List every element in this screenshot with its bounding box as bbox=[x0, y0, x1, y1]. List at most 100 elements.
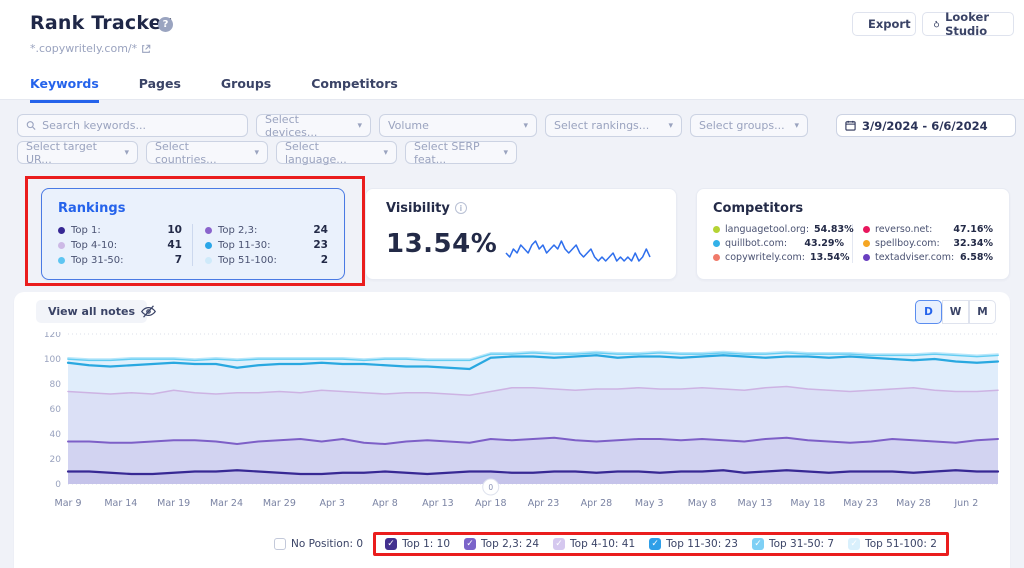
svg-text:20: 20 bbox=[50, 455, 62, 465]
competitor-label: reverso.net: bbox=[875, 224, 933, 235]
legend-label: No Position: 0 bbox=[291, 538, 364, 550]
svg-text:May 3: May 3 bbox=[635, 498, 664, 509]
view-all-notes-button[interactable]: View all notes bbox=[36, 300, 147, 323]
svg-text:0: 0 bbox=[55, 480, 61, 490]
checkbox-checked[interactable]: ✓ bbox=[385, 538, 398, 550]
range-button-day[interactable]: D bbox=[915, 300, 942, 324]
select-groups-label: Select groups... bbox=[699, 119, 785, 132]
top31-50-dot bbox=[58, 256, 65, 264]
select-target-url-label: Select target UR... bbox=[26, 139, 97, 166]
competitors-stats: languagetool.org: 54.83% quillbot.com: 43.… bbox=[713, 224, 993, 263]
select-rankings-label: Select rankings... bbox=[554, 119, 650, 132]
svg-text:120: 120 bbox=[44, 332, 61, 340]
competitor-value: 54.83% bbox=[814, 224, 854, 235]
competitor-value: 13.54% bbox=[810, 252, 850, 263]
competitor-label: quillbot.com: bbox=[725, 238, 788, 249]
competitor-value: 47.16% bbox=[953, 224, 993, 235]
chevron-down-icon: ▾ bbox=[383, 147, 388, 158]
svg-text:May 23: May 23 bbox=[843, 498, 878, 509]
top11-30-dot bbox=[205, 241, 212, 249]
stat-label: Top 51-100: bbox=[218, 254, 277, 266]
page-title: Rank Tracker bbox=[30, 12, 172, 34]
legend-item-top31-50[interactable]: ✓ Top 31-50: 7 bbox=[751, 538, 834, 550]
legend-label: Top 4-10: 41 bbox=[570, 538, 636, 550]
checkbox-checked[interactable]: ✓ bbox=[464, 538, 477, 550]
checkbox-checked[interactable]: ✓ bbox=[649, 538, 662, 550]
project-url-link[interactable]: *.copywritely.com/* bbox=[30, 42, 151, 55]
stat-value: 23 bbox=[313, 239, 328, 251]
eye-off-icon[interactable] bbox=[140, 303, 157, 324]
range-button-month[interactable]: M bbox=[969, 300, 996, 324]
select-serp-features-dropdown[interactable]: Select SERP feat... ▾ bbox=[405, 140, 517, 166]
svg-text:May 8: May 8 bbox=[688, 498, 717, 509]
competitor-label: spellboy.com: bbox=[875, 238, 940, 249]
looker-studio-icon bbox=[934, 20, 940, 28]
visibility-card: Visibility i 13.54% bbox=[365, 188, 677, 280]
legend-item-top11-30[interactable]: ✓ Top 11-30: 23 bbox=[649, 538, 738, 550]
svg-text:Apr 28: Apr 28 bbox=[581, 498, 613, 509]
legend-item-top2-3[interactable]: ✓ Top 2,3: 24 bbox=[464, 538, 539, 550]
search-keywords-input[interactable] bbox=[42, 119, 239, 132]
select-devices-dropdown[interactable]: Select devices... ▾ bbox=[256, 113, 371, 139]
looker-studio-button[interactable]: Looker Studio bbox=[922, 10, 1014, 38]
tab-groups[interactable]: Groups bbox=[221, 76, 271, 103]
rankings-card[interactable]: Rankings Top 1: 10 Top 4-10: 41 Top 31-50:… bbox=[41, 188, 345, 280]
visibility-value: 13.54% bbox=[386, 229, 498, 259]
select-language-dropdown[interactable]: Select language... ▾ bbox=[276, 140, 397, 166]
competitor-row: textadviser.com: 6.58% bbox=[863, 252, 993, 263]
rankings-area-chart[interactable]: 0 20 40 60 80 100 120 Mar 9 Mar 14 Mar 19 Mar 24 Ma… bbox=[28, 332, 1008, 518]
select-groups-dropdown[interactable]: Select groups... ▾ bbox=[690, 114, 808, 137]
competitor-label: copywritely.com: bbox=[725, 252, 805, 263]
stat-label: Top 2,3: bbox=[218, 224, 258, 236]
chart-panel: View all notes D W M 0 20 40 60 80 100 120 Mar … bbox=[14, 292, 1010, 568]
svg-text:Mar 19: Mar 19 bbox=[157, 498, 190, 509]
legend-item-top4-10[interactable]: ✓ Top 4-10: 41 bbox=[553, 538, 635, 550]
tab-keywords[interactable]: Keywords bbox=[30, 76, 99, 103]
svg-text:Apr 8: Apr 8 bbox=[372, 498, 398, 509]
tab-pages[interactable]: Pages bbox=[139, 76, 181, 103]
export-button-label: Export bbox=[868, 17, 911, 31]
checkbox-checked[interactable]: ✓ bbox=[848, 538, 861, 550]
chevron-down-icon: ▾ bbox=[794, 120, 799, 131]
legend-item-top51-100[interactable]: ✓ Top 51-100: 2 bbox=[848, 538, 937, 550]
competitor-row: copywritely.com: 13.54% bbox=[713, 252, 850, 263]
search-keywords-field[interactable] bbox=[17, 114, 248, 137]
select-target-url-dropdown[interactable]: Select target UR... ▾ bbox=[17, 139, 138, 166]
select-countries-dropdown[interactable]: Select countries... ▾ bbox=[146, 140, 268, 166]
svg-text:Apr 3: Apr 3 bbox=[319, 498, 345, 509]
svg-text:Mar 24: Mar 24 bbox=[210, 498, 243, 509]
date-range-picker[interactable]: 3/9/2024 - 6/6/2024 bbox=[836, 114, 1016, 137]
svg-text:100: 100 bbox=[44, 355, 61, 365]
range-button-week[interactable]: W bbox=[942, 300, 969, 324]
stat-label: Top 31-50: bbox=[71, 254, 124, 266]
rankings-card-title: Rankings bbox=[58, 201, 126, 216]
svg-text:0: 0 bbox=[488, 483, 493, 492]
chevron-down-icon: ▾ bbox=[668, 120, 673, 131]
svg-text:Mar 29: Mar 29 bbox=[263, 498, 296, 509]
help-icon[interactable]: ? bbox=[158, 17, 173, 32]
chevron-down-icon: ▾ bbox=[523, 120, 528, 131]
checkbox-checked[interactable]: ✓ bbox=[751, 538, 764, 550]
top4-10-dot bbox=[58, 241, 65, 249]
competitor-label: textadviser.com: bbox=[875, 252, 955, 263]
chevron-down-icon: ▾ bbox=[254, 147, 259, 158]
tab-competitors[interactable]: Competitors bbox=[311, 76, 398, 103]
checkbox-checked[interactable]: ✓ bbox=[553, 538, 566, 550]
spellboy-dot bbox=[863, 240, 870, 247]
competitor-value: 32.34% bbox=[953, 238, 993, 249]
range-toggle: D W M bbox=[915, 300, 996, 324]
checkbox-unchecked[interactable] bbox=[274, 538, 286, 550]
competitors-card: Competitors languagetool.org: 54.83% quil… bbox=[696, 188, 1010, 280]
legend-item-no-position[interactable]: No Position: 0 bbox=[274, 538, 363, 550]
export-button[interactable]: Export bbox=[852, 12, 916, 36]
competitor-row: quillbot.com: 43.29% bbox=[713, 238, 844, 249]
legend-item-top1[interactable]: ✓ Top 1: 10 bbox=[385, 538, 450, 550]
svg-text:60: 60 bbox=[50, 405, 62, 415]
info-icon[interactable]: i bbox=[454, 202, 467, 214]
annotation-box-legend: ✓ Top 1: 10 ✓ Top 2,3: 24 ✓ Top 4-10: 41 ✓ T… bbox=[373, 532, 949, 556]
competitor-row: reverso.net: 47.16% bbox=[863, 224, 993, 235]
select-rankings-dropdown[interactable]: Select rankings... ▾ bbox=[545, 114, 682, 137]
volume-dropdown[interactable]: Volume ▾ bbox=[379, 114, 537, 137]
reverso-dot bbox=[863, 226, 870, 233]
legend-label: Top 51-100: 2 bbox=[865, 538, 937, 550]
